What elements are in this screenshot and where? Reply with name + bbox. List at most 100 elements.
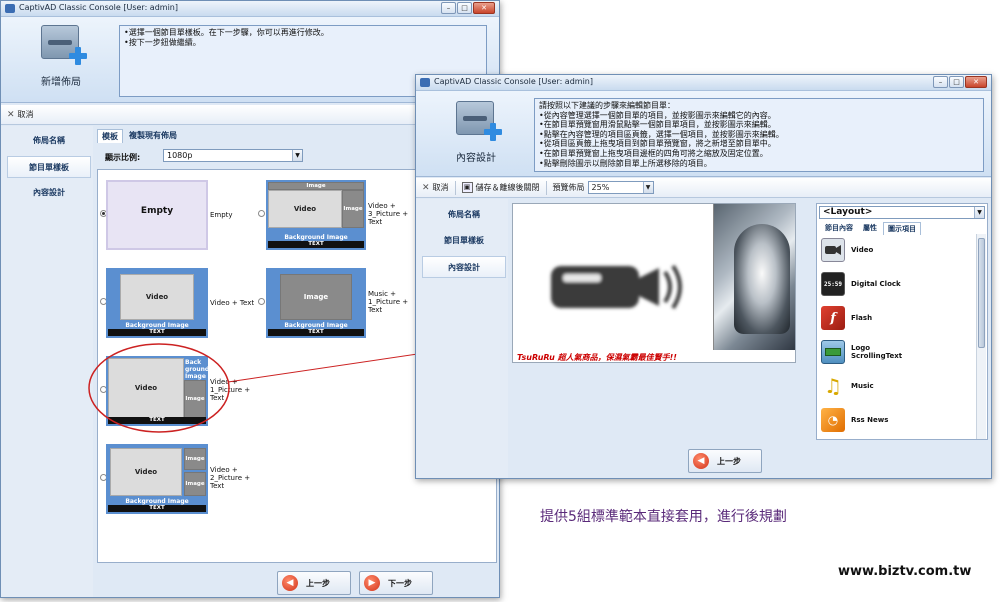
close-icon: ✕ bbox=[422, 182, 430, 193]
item-video[interactable]: Video bbox=[821, 238, 873, 262]
cancel-button[interactable]: ✕ 取消 bbox=[422, 182, 449, 193]
instruction-line: •點擊刪除圖示以刪除節目單上所選移除的項目。 bbox=[539, 158, 712, 168]
instruction-line: •點擊在內容管理的項目區頁籤，選擇一個項目，並按影圖示來編輯。 bbox=[539, 129, 784, 139]
template-bg-label: Background Image bbox=[125, 498, 189, 505]
template-image-box: Image bbox=[342, 190, 364, 228]
item-scrollbar[interactable] bbox=[976, 234, 986, 439]
back-button[interactable]: ◀ 上一步 bbox=[277, 571, 351, 595]
site-url: www.biztv.com.tw bbox=[838, 564, 972, 579]
template-image-box: Image bbox=[268, 182, 364, 190]
minimize-button[interactable]: – bbox=[933, 76, 948, 88]
nav-layout-name[interactable]: 佈局名稱 bbox=[7, 130, 91, 152]
template-bg-label: Background Image bbox=[284, 322, 348, 329]
layout-preview[interactable]: TsuRuRu 超人氣商品，保濕氣霸最佳賢手!! bbox=[512, 203, 796, 363]
ratio-select[interactable]: 1080p ▼ bbox=[163, 149, 303, 162]
chevron-down-icon: ▼ bbox=[974, 207, 984, 218]
instruction-line: •按下一步鈕做繼續。 bbox=[124, 38, 201, 47]
item-rss-news[interactable]: ◔ Rss News bbox=[821, 408, 888, 432]
maximize-button[interactable]: □ bbox=[457, 2, 472, 14]
template-empty[interactable]: Empty bbox=[106, 180, 208, 250]
content-design-icon bbox=[452, 101, 502, 141]
arrow-right-icon: ▶ bbox=[364, 575, 380, 591]
item-label: Logo ScrollingText bbox=[851, 344, 903, 360]
template-label: Video +1_Picture + Text bbox=[210, 378, 251, 402]
back-label: 上一步 bbox=[306, 578, 330, 588]
template-radio-video-3pic[interactable] bbox=[258, 210, 265, 217]
instruction-line: •從項目區頁籤上拖曳項目到節目單預覽窗，將之新增至節目單中。 bbox=[539, 139, 776, 149]
cancel-button[interactable]: ✕ 取消 bbox=[7, 109, 34, 120]
scroll-thumb[interactable] bbox=[978, 238, 985, 348]
template-text-bar: TEXT bbox=[108, 417, 206, 424]
template-video-1pic[interactable]: Video Back ground Image Image TEXT bbox=[106, 356, 209, 426]
template-bg-label: Background Image bbox=[125, 322, 189, 329]
instructions-box: 請按照以下建議的步驟來編輯節目單： •從內容管理選擇一個節目單的項目，並按影圖示… bbox=[534, 98, 984, 172]
nav-layout-name[interactable]: 佈局名稱 bbox=[422, 204, 506, 226]
ratio-value: 1080p bbox=[167, 151, 193, 160]
close-button[interactable]: ✕ bbox=[965, 76, 987, 88]
template-video-2pic[interactable]: Video Image Image Background Image TEXT bbox=[106, 444, 208, 514]
save-label: 儲存＆離線後關閉 bbox=[475, 183, 540, 192]
item-music[interactable]: ♫ Music bbox=[821, 374, 874, 398]
nav-template[interactable]: 節目單樣板 bbox=[422, 230, 506, 252]
save-icon: ▣ bbox=[461, 182, 473, 193]
template-image-box: Image bbox=[280, 274, 352, 320]
nav-content-design[interactable]: 內容設計 bbox=[7, 182, 91, 204]
maximize-button[interactable]: □ bbox=[949, 76, 964, 88]
nav-template[interactable]: 節目單樣板 bbox=[7, 156, 91, 178]
step-title: 新增佈局 bbox=[41, 77, 81, 88]
template-label: Video +3_Picture + Text bbox=[368, 202, 409, 226]
zoom-select[interactable]: 25% ▼ bbox=[587, 181, 654, 194]
template-music-1pic[interactable]: Image Background Image TEXT bbox=[266, 268, 366, 338]
preview-image-box bbox=[713, 204, 795, 350]
nav-content-design[interactable]: 內容設計 bbox=[422, 256, 506, 278]
tab-template[interactable]: 模板 bbox=[97, 129, 123, 143]
item-logo-scrolling[interactable]: Logo ScrollingText bbox=[821, 340, 902, 364]
toolbar: ✕ 取消 ▣ 儲存＆離線後關閉 預覽佈局 25% ▼ bbox=[416, 178, 991, 198]
template-video-box: Video bbox=[268, 190, 342, 228]
tab-copy-layout[interactable]: 複製現有佈局 bbox=[125, 129, 181, 143]
new-layout-icon bbox=[37, 25, 87, 65]
app-icon bbox=[420, 78, 430, 87]
template-text-bar: TEXT bbox=[268, 241, 364, 248]
item-panel: <Layout> ▼ 節目內容 屬性 圖示項目 Video 25:59 Digi… bbox=[816, 203, 988, 440]
zoom-group: 預覽佈局 25% ▼ bbox=[553, 181, 654, 194]
app-icon bbox=[5, 4, 15, 13]
item-label: Digital Clock bbox=[851, 280, 901, 288]
template-label: Video + Text bbox=[210, 299, 255, 307]
template-bg-label: Background Image bbox=[284, 234, 348, 241]
tab-properties[interactable]: 屬性 bbox=[859, 222, 881, 235]
template-image-box: Image bbox=[184, 380, 206, 418]
close-button[interactable]: ✕ bbox=[473, 2, 495, 14]
chevron-down-icon: ▼ bbox=[642, 182, 653, 193]
arrow-left-icon: ◀ bbox=[693, 453, 709, 469]
template-text-bar: TEXT bbox=[108, 329, 206, 336]
back-button[interactable]: ◀ 上一步 bbox=[688, 449, 762, 473]
music-note-icon: ♫ bbox=[824, 374, 842, 398]
template-radio-music-1pic[interactable] bbox=[258, 298, 265, 305]
step-banner: 內容設計 請按照以下建議的步驟來編輯節目單： •從內容管理選擇一個節目單的項目，… bbox=[416, 91, 991, 177]
item-label: Flash bbox=[851, 314, 873, 322]
template-video-3pic[interactable]: Image Video Image Background Image TEXT bbox=[266, 180, 366, 250]
item-digital-clock[interactable]: 25:59 Digital Clock bbox=[821, 272, 901, 296]
step-title: 內容設計 bbox=[456, 153, 496, 164]
instruction-line: •在節目單預覽窗上拖曳項目邊框的四角可將之縮放及固定位置。 bbox=[539, 148, 768, 158]
video-camera-icon bbox=[551, 264, 682, 310]
flash-icon: f bbox=[821, 306, 845, 330]
item-label: Music bbox=[851, 382, 874, 390]
instruction-line: •從內容管理選擇一個節目單的項目，並按影圖示來編輯它的內容。 bbox=[539, 110, 776, 120]
window-titlebar: CaptivAD Classic Console [User: admin] –… bbox=[416, 75, 991, 91]
tab-items[interactable]: 圖示項目 bbox=[883, 222, 921, 235]
template-video-text[interactable]: Video Background Image TEXT bbox=[106, 268, 208, 338]
window-title: CaptivAD Classic Console [User: admin] bbox=[434, 77, 593, 86]
template-image-box: Image bbox=[184, 448, 206, 470]
ratio-label: 顯示比例: bbox=[105, 153, 141, 162]
minimize-button[interactable]: – bbox=[441, 2, 456, 14]
item-label: Video bbox=[851, 246, 874, 254]
template-image-box: Image bbox=[184, 472, 206, 496]
clock-glyph: 25:59 bbox=[823, 280, 843, 288]
layout-select[interactable]: <Layout> ▼ bbox=[819, 206, 985, 219]
tab-program-content[interactable]: 節目內容 bbox=[821, 222, 857, 235]
next-button[interactable]: ▶ 下一步 bbox=[359, 571, 433, 595]
item-flash[interactable]: f Flash bbox=[821, 306, 872, 330]
save-close-button[interactable]: ▣ 儲存＆離線後關閉 bbox=[461, 182, 540, 193]
